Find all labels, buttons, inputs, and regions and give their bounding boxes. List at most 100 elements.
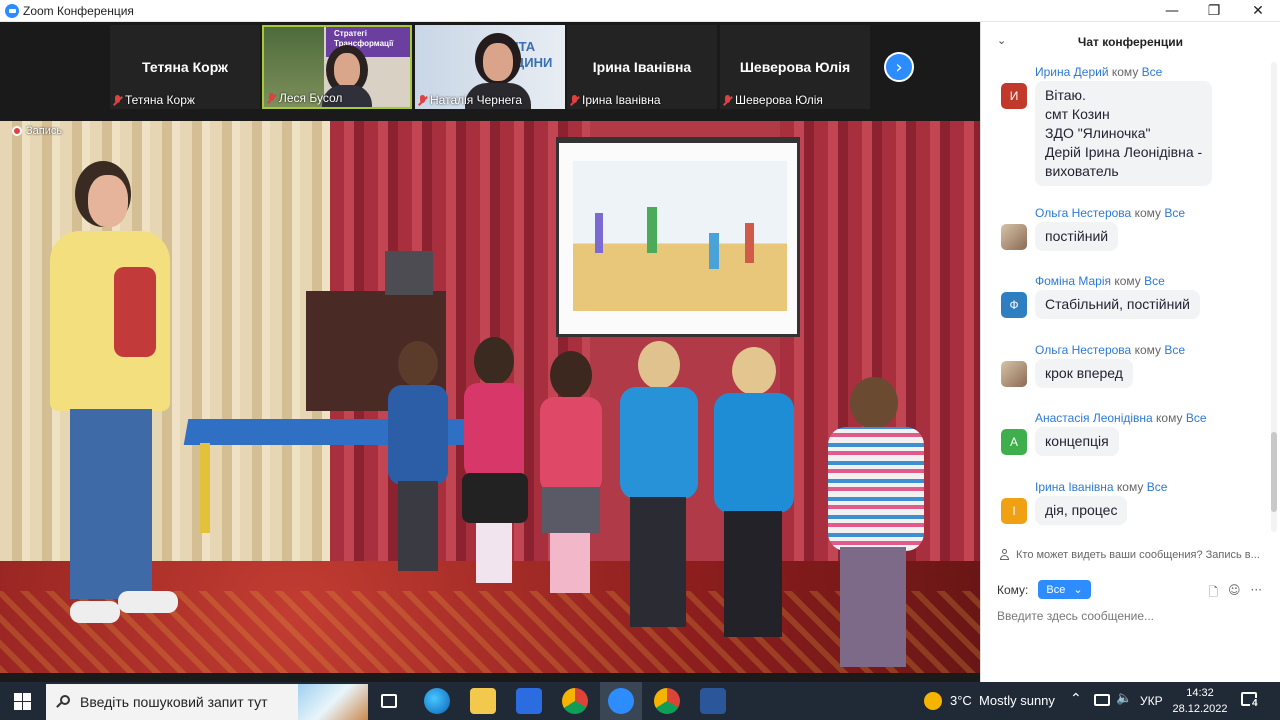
child	[536, 351, 606, 601]
participant-name: Тетяна Корж	[141, 59, 228, 75]
clock-time: 14:32	[1186, 687, 1214, 699]
clock[interactable]: 14:32 28.12.2022	[1172, 685, 1228, 717]
word-icon[interactable]	[700, 688, 726, 714]
network-icon[interactable]	[1094, 694, 1110, 706]
muted-mic-icon	[570, 94, 579, 106]
avatar: И	[1001, 83, 1027, 109]
privacy-text: Кто может видеть ваши сообщения? Запись …	[1016, 549, 1260, 561]
avatar	[1001, 224, 1027, 250]
chrome-icon[interactable]	[654, 688, 680, 714]
more-icon[interactable]: ···	[1251, 583, 1262, 604]
search-placeholder: Введіть пошуковий запит тут	[80, 694, 268, 710]
message-bubble[interactable]: постійний	[1035, 222, 1119, 251]
message-sender: Ольга Нестерова	[1035, 206, 1132, 220]
participant-tile-active[interactable]: Стратегі Трансформації Леся Бусол	[262, 25, 412, 109]
recording-label: Запись	[26, 125, 63, 137]
participant-label: Леся Бусол	[279, 91, 343, 105]
language-indicator[interactable]: УКР	[1140, 694, 1163, 708]
chrome-icon[interactable]	[562, 688, 588, 714]
message-to-word: кому	[1134, 343, 1162, 357]
weather-icon	[924, 692, 942, 710]
child	[462, 337, 528, 587]
main-video: Запись	[0, 121, 980, 673]
zoom-logo-icon	[5, 3, 19, 18]
recording-indicator: Запись	[12, 125, 62, 137]
avatar: А	[1001, 429, 1027, 455]
avatar	[1001, 361, 1027, 387]
participant-tile[interactable]: Ірина Іванівна Ірина Іванівна	[567, 25, 717, 109]
participant-tile[interactable]: Тетяна Корж Тетяна Корж	[110, 25, 260, 109]
chat-tools: 🗋 ☺ ···	[1208, 583, 1262, 604]
muted-mic-icon	[418, 94, 427, 106]
message-bubble[interactable]: Стабільний, постійний	[1035, 290, 1200, 319]
message-recipient: Все	[1141, 65, 1163, 79]
chat-scrollbar[interactable]	[1271, 62, 1277, 532]
projector-screen	[556, 137, 800, 337]
close-button[interactable]: ✕	[1236, 0, 1280, 22]
chat-message: Ольга Нестерова кому Все постійний	[999, 206, 1269, 256]
windows-start-icon[interactable]	[14, 693, 31, 710]
message-recipient: Все	[1164, 343, 1186, 357]
emoji-icon[interactable]: ☺	[1228, 583, 1241, 604]
edge-icon[interactable]	[424, 688, 450, 714]
message-bubble[interactable]: Вітаю. смт Козин ЗДО "Ялиночка" Дерій Ір…	[1035, 81, 1213, 186]
notification-button[interactable]: 4	[1240, 690, 1262, 712]
teacher	[40, 161, 230, 661]
title-bar: Zoom Конференция — ❐ ✕	[0, 0, 1280, 22]
participant-label: Тетяна Корж	[125, 93, 195, 107]
participant-tile[interactable]: Шеверова Юлія Шеверова Юлія	[720, 25, 870, 109]
taskbar: Введіть пошуковий запит тут 3°C Mostly s…	[0, 682, 1280, 720]
recipient-value: Все	[1046, 583, 1066, 596]
task-view-icon[interactable]	[381, 694, 397, 708]
message-recipient: Все	[1146, 480, 1168, 494]
weather-text[interactable]: 3°C Mostly sunny	[950, 693, 1055, 708]
message-sender: Анастасія Леонідівна	[1035, 411, 1153, 425]
message-to-word: кому	[1134, 206, 1162, 220]
child	[388, 341, 448, 581]
scrollbar-thumb[interactable]	[1271, 432, 1277, 512]
muted-mic-icon	[267, 92, 276, 104]
zoom-icon	[608, 688, 634, 714]
search-icon	[56, 695, 70, 709]
avatar: Ф	[1001, 292, 1027, 318]
search-highlight-icon	[298, 684, 368, 720]
privacy-notice[interactable]: Кто может видеть ваши сообщения? Запись …	[999, 549, 1269, 561]
collapse-chevron-icon[interactable]: ⌄	[997, 34, 1006, 47]
store-icon[interactable]	[516, 688, 542, 714]
participant-name: Шеверова Юлія	[739, 59, 851, 75]
chat-message: Фоміна Марія кому Все Ф Стабільний, пост…	[999, 274, 1269, 324]
restore-button[interactable]: ❐	[1192, 0, 1236, 22]
participant-tile[interactable]: ІТА ДИНИ Наталія Чернега	[415, 25, 565, 109]
chevron-down-icon: ⌄	[1073, 583, 1083, 596]
file-explorer-icon[interactable]	[470, 688, 496, 714]
chat-header: ⌄ Чат конференции	[981, 22, 1280, 62]
participant-label: Наталія Чернега	[430, 93, 523, 107]
message-sender: Фоміна Марія	[1035, 274, 1111, 288]
message-to-word: кому	[1114, 274, 1141, 288]
chat-message: Ирина Дерий кому Все И Вітаю. смт Козин …	[999, 65, 1269, 186]
volume-icon[interactable]: 🔈	[1116, 691, 1132, 706]
message-bubble[interactable]: крок вперед	[1035, 359, 1133, 388]
clock-date: 28.12.2022	[1172, 703, 1228, 715]
record-icon	[12, 126, 22, 136]
chat-panel: ⌄ Чат конференции Ирина Дерий кому Все И…	[980, 22, 1280, 682]
message-bubble[interactable]: концепція	[1035, 427, 1119, 456]
recipient-select[interactable]: Все ⌄	[1038, 580, 1091, 599]
avatar: І	[1001, 498, 1027, 524]
child	[616, 341, 700, 641]
chat-message: Ірина Іванівна кому Все І дія, процес	[999, 480, 1269, 530]
notification-count: 4	[1250, 698, 1260, 709]
message-to-word: кому	[1156, 411, 1183, 425]
recipient-row: Кому: Все ⌄	[997, 580, 1091, 599]
zoom-taskbar-active[interactable]	[600, 682, 642, 720]
tray-chevron-icon[interactable]: ⌃	[1070, 691, 1082, 707]
minimize-button[interactable]: —	[1150, 0, 1194, 22]
message-recipient: Все	[1164, 206, 1186, 220]
next-page-button[interactable]: ›	[884, 52, 914, 82]
message-bubble[interactable]: дія, процес	[1035, 496, 1128, 525]
participant-label: Ірина Іванівна	[582, 93, 661, 107]
taskbar-search[interactable]: Введіть пошуковий запит тут	[46, 684, 368, 720]
file-icon[interactable]: 🗋	[1208, 583, 1218, 604]
message-recipient: Все	[1185, 411, 1207, 425]
chat-input[interactable]: Введите здесь сообщение...	[997, 609, 1154, 623]
